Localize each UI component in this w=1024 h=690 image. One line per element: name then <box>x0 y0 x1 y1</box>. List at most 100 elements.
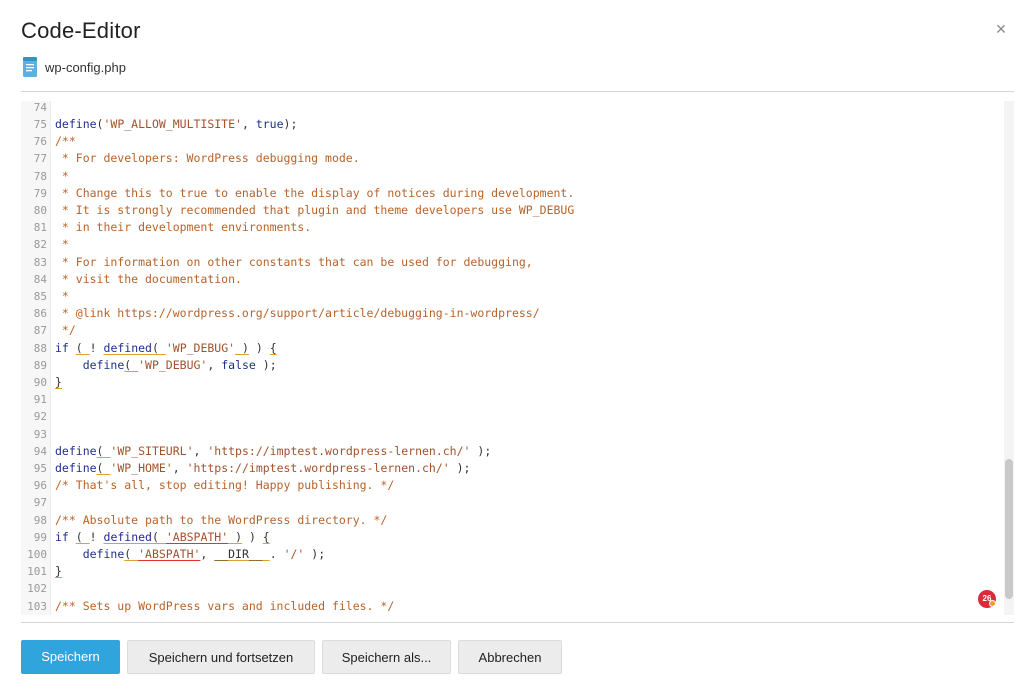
code-token: * For information on other constants tha… <box>55 254 533 269</box>
code-token: ( <box>151 340 166 355</box>
save-button[interactable]: Speichern <box>21 640 120 674</box>
line-number: 99 <box>33 530 47 544</box>
line-number: 81 <box>33 221 47 235</box>
code-token: , <box>172 461 187 475</box>
code-token: ); <box>283 117 298 131</box>
line-number: 79 <box>33 186 47 200</box>
cancel-button[interactable]: Abbrechen <box>458 640 562 674</box>
code-text: * <box>55 236 69 253</box>
code-text: } <box>55 374 62 391</box>
code-token: , <box>200 547 215 561</box>
code-token: /** <box>55 134 76 149</box>
code-token: ); <box>304 547 326 561</box>
code-token: * For developers: WordPress debugging mo… <box>55 151 360 166</box>
code-text: define( 'WP_DEBUG', false ); <box>55 357 277 374</box>
code-token: ); <box>255 357 277 372</box>
code-token: define <box>55 443 97 458</box>
code-token: if <box>55 529 69 544</box>
code-token: , <box>193 443 208 458</box>
code-line: 100 define( 'ABSPATH', __DIR__ . '/' ); <box>21 546 1014 563</box>
code-token: * <box>55 168 69 183</box>
code-line: 82 * <box>21 236 1014 253</box>
line-number: 90 <box>33 376 47 389</box>
code-token: 'WP_SITEURL' <box>110 443 194 458</box>
line-number: 76 <box>33 135 47 149</box>
line-number: 86 <box>33 307 47 321</box>
divider <box>21 91 1014 92</box>
save-as-button[interactable]: Speichern als... <box>322 640 451 674</box>
code-token: define <box>82 547 125 561</box>
notification-dot <box>989 600 996 607</box>
code-text: if ( ! defined( 'WP_DEBUG' ) ) { <box>55 340 277 357</box>
code-line: 74 <box>21 101 1014 116</box>
line-number: 92 <box>33 410 47 424</box>
line-number: 96 <box>33 479 47 493</box>
line-number: 98 <box>33 513 47 527</box>
code-token: ); <box>470 443 492 458</box>
code-line: 91 <box>21 391 1014 408</box>
code-token: defined <box>103 340 152 355</box>
code-token: ) <box>248 340 270 355</box>
code-token: ) <box>235 340 249 355</box>
code-text: define( 'WP_SITEURL', 'https://imptest.w… <box>55 443 491 460</box>
code-token: /* That's all, stop editing! Happy publi… <box>55 478 395 493</box>
code-text: define( 'ABSPATH', __DIR__ . '/' ); <box>55 546 325 563</box>
code-token: } <box>55 564 62 579</box>
code-line: 79 * Change this to true to enable the d… <box>21 185 1014 202</box>
dialog-title: Code-Editor <box>21 18 141 43</box>
code-text: if ( ! defined( 'ABSPATH' ) ) { <box>55 529 270 546</box>
line-number: 78 <box>33 169 47 183</box>
code-line: 103 /** Sets up WordPress vars and includ… <box>21 598 1014 615</box>
scrollbar-thumb[interactable] <box>1005 459 1013 599</box>
code-line: 89 define( 'WP_DEBUG', false ); <box>21 357 1014 374</box>
code-line: 94 define( 'WP_SITEURL', 'https://imptest… <box>21 443 1014 460</box>
code-token: defined <box>103 529 152 544</box>
code-token: } <box>55 375 62 389</box>
code-text: define( 'WP_HOME', 'https://imptest.word… <box>55 460 470 477</box>
code-line: 77 * For developers: WordPress debugging… <box>21 150 1014 167</box>
file-name: wp-config.php <box>45 59 126 75</box>
line-number: 74 <box>33 101 47 114</box>
code-token: true <box>255 117 284 131</box>
code-token: ); <box>449 461 471 475</box>
code-token: false <box>221 357 256 372</box>
code-line: 75 define('WP_ALLOW_MULTISITE', true); <box>21 116 1014 133</box>
code-editor-area[interactable]: 74 75 define('WP_ALLOW_MULTISITE', true); 7… <box>21 101 1014 615</box>
code-text: /** <box>55 133 76 150</box>
code-token: 'WP_DEBUG' <box>138 357 208 372</box>
code-token: ( <box>96 461 111 475</box>
code-line: 97 <box>21 494 1014 511</box>
code-line: 87 */ <box>21 322 1014 339</box>
code-token: ! <box>89 340 104 355</box>
code-token: * <box>55 237 69 252</box>
code-token: __DIR__ <box>214 547 263 561</box>
code-token: define <box>55 461 97 475</box>
line-number: 80 <box>33 204 47 217</box>
code-text: * Change this to true to enable the disp… <box>55 185 574 202</box>
code-token: ( <box>75 529 90 544</box>
code-token: ( <box>96 443 111 458</box>
code-line: 76 /** <box>21 133 1014 150</box>
code-text: * @link https://wordpress.org/support/ar… <box>55 305 540 322</box>
code-text: */ <box>55 322 76 339</box>
code-line: 96 /* That's all, stop editing! Happy pub… <box>21 477 1014 494</box>
code-line: 83 * For information on other constants … <box>21 254 1014 271</box>
code-line: 98 /** Absolute path to the WordPress dir… <box>21 512 1014 529</box>
code-token: * @link https://wordpress.org/support/ar… <box>55 306 540 321</box>
code-token: * visit the documentation. <box>55 271 242 286</box>
code-token: ( <box>124 357 139 372</box>
code-token: ( <box>124 547 139 561</box>
close-icon[interactable]: × <box>990 18 1012 40</box>
code-text: /* That's all, stop editing! Happy publi… <box>55 477 394 494</box>
code-line: 101} <box>21 563 1014 580</box>
vertical-scrollbar[interactable] <box>1004 101 1014 615</box>
code-token: ) <box>228 529 243 544</box>
save-and-continue-button[interactable]: Speichern und fortsetzen <box>127 640 315 674</box>
code-token: ( <box>151 529 166 544</box>
code-line: 99 if ( ! defined( 'ABSPATH' ) ) { <box>21 529 1014 546</box>
code-token: 'https://imptest.wordpress-lernen.ch/' <box>186 461 450 475</box>
